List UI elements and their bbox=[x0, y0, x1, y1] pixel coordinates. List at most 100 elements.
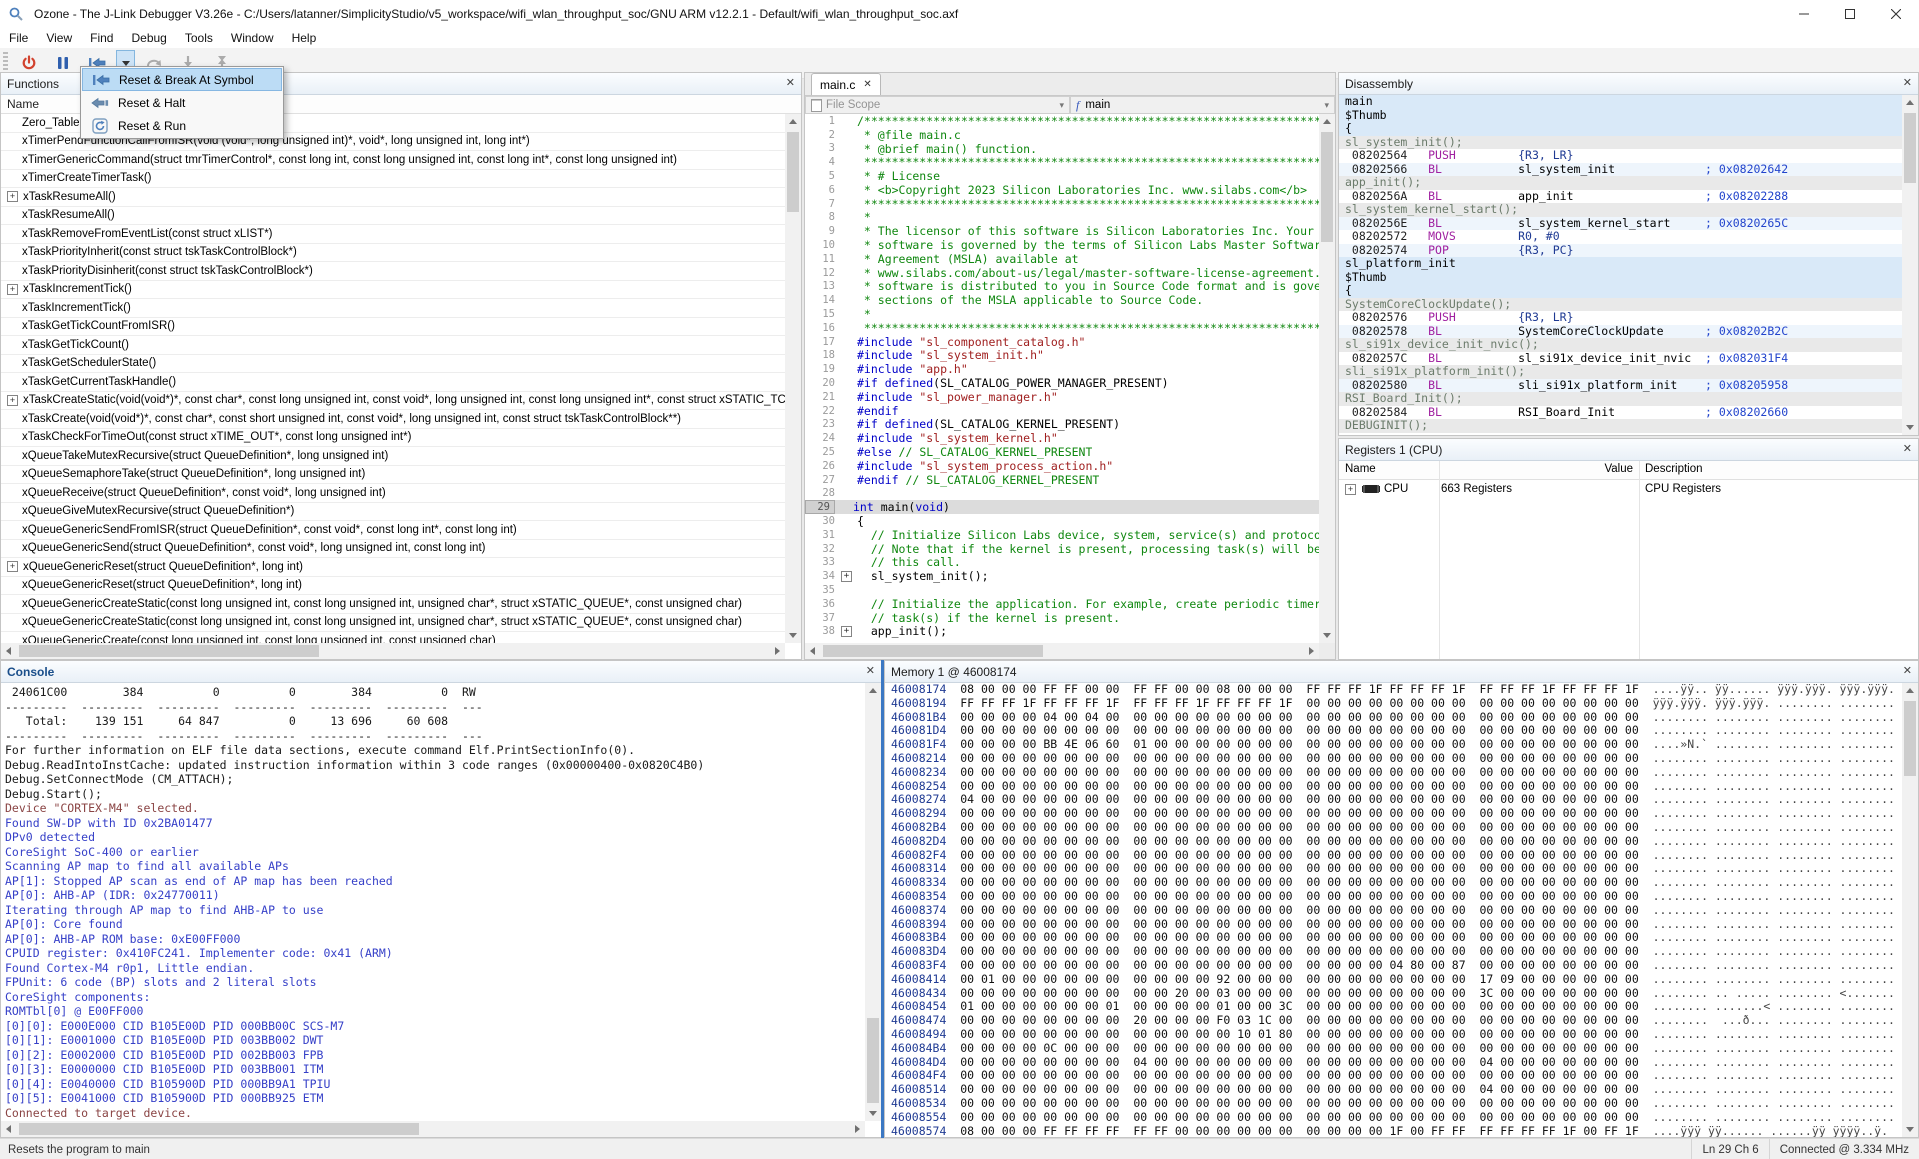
close-icon[interactable]: ✕ bbox=[866, 666, 875, 677]
memory-row[interactable]: 46008554 00 00 00 00 00 00 00 00 00 00 0… bbox=[891, 1111, 1902, 1125]
memory-row[interactable]: 46008394 00 00 00 00 00 00 00 00 00 00 0… bbox=[891, 918, 1902, 932]
disasm-source-line[interactable]: sl_system_kernel_start(); bbox=[1339, 203, 1902, 217]
memory-row[interactable]: 460081F4 00 00 00 00 BB 4E 06 60 01 00 0… bbox=[891, 738, 1902, 752]
disasm-instruction[interactable]: 08202576 PUSH {R3, LR} bbox=[1339, 311, 1902, 325]
function-row[interactable]: xTaskGetTickCount() bbox=[1, 336, 785, 355]
menu-view[interactable]: View bbox=[37, 29, 81, 47]
function-row[interactable]: xTaskGetSchedulerState() bbox=[1, 355, 785, 374]
code-line[interactable]: 35 bbox=[805, 583, 1319, 597]
function-row[interactable]: xQueueReceive(struct QueueDefinition*, c… bbox=[1, 484, 785, 503]
memory-hex-dump[interactable]: 46008174 08 00 00 00 FF FF 00 00 FF FF 0… bbox=[885, 683, 1902, 1137]
function-row[interactable]: +xTaskResumeAll() bbox=[1, 188, 785, 207]
console-hscrollbar[interactable] bbox=[1, 1121, 865, 1137]
code-line[interactable]: 10 * software is governed by the terms o… bbox=[805, 238, 1319, 252]
disasm-instruction[interactable]: 08202574 POP {R3, PC} bbox=[1339, 244, 1902, 258]
disasm-source-line[interactable]: RSI_Board_Init(); bbox=[1339, 392, 1902, 406]
code-line[interactable]: 31 // Initialize Silicon Labs device, sy… bbox=[805, 528, 1319, 542]
memory-row[interactable]: 46008374 00 00 00 00 00 00 00 00 00 00 0… bbox=[891, 904, 1902, 918]
disasm-instruction[interactable]: 08202564 PUSH {R3, LR} bbox=[1339, 149, 1902, 163]
memory-row[interactable]: 460082F4 00 00 00 00 00 00 00 00 00 00 0… bbox=[891, 849, 1902, 863]
code-line[interactable]: 30{ bbox=[805, 514, 1319, 528]
code-line[interactable]: 14 * sections of the MSLA applicable to … bbox=[805, 293, 1319, 307]
memory-row[interactable]: 46008514 00 00 00 00 00 00 00 00 00 00 0… bbox=[891, 1083, 1902, 1097]
code-line[interactable]: 27#endif // SL_CATALOG_KERNEL_PRESENT bbox=[805, 473, 1319, 487]
memory-row[interactable]: 460084D4 00 00 00 00 00 00 00 00 04 00 0… bbox=[891, 1056, 1902, 1070]
code-line[interactable]: 34+ sl_system_init(); bbox=[805, 569, 1319, 583]
code-line[interactable]: 12 * www.silabs.com/about-us/legal/maste… bbox=[805, 266, 1319, 280]
memory-row[interactable]: 46008534 00 00 00 00 00 00 00 00 00 00 0… bbox=[891, 1097, 1902, 1111]
code-line[interactable]: 6 * <b>Copyright 2023 Silicon Laboratori… bbox=[805, 183, 1319, 197]
disasm-label[interactable]: { bbox=[1339, 122, 1902, 136]
code-line[interactable]: 4 **************************************… bbox=[805, 155, 1319, 169]
function-row[interactable]: xQueueGenericSendFromISR(struct QueueDef… bbox=[1, 521, 785, 540]
toolbar-grip[interactable] bbox=[3, 52, 8, 74]
tab-close-icon[interactable]: ✕ bbox=[863, 79, 871, 90]
code-line[interactable]: 24#include "sl_system_kernel.h" bbox=[805, 431, 1319, 445]
function-row[interactable]: xTaskPriorityDisinherit(const struct tsk… bbox=[1, 262, 785, 281]
close-icon[interactable]: ✕ bbox=[1903, 78, 1912, 89]
disasm-instruction[interactable]: 0820257C BL sl_si91x_device_init_nvic ; … bbox=[1339, 352, 1902, 366]
function-row[interactable]: +xTaskIncrementTick() bbox=[1, 281, 785, 300]
code-line[interactable]: 8 * bbox=[805, 211, 1319, 225]
disasm-source-line[interactable]: sl_si91x_device_init_nvic(); bbox=[1339, 338, 1902, 352]
disasm-instruction[interactable]: 08202578 BL SystemCoreClockUpdate ; 0x08… bbox=[1339, 325, 1902, 339]
memory-row[interactable]: 460082B4 00 00 00 00 00 00 00 00 00 00 0… bbox=[891, 821, 1902, 835]
code-line[interactable]: 21#include "sl_power_manager.h" bbox=[805, 390, 1319, 404]
function-row[interactable]: xTaskIncrementTick() bbox=[1, 299, 785, 318]
memory-vscrollbar[interactable] bbox=[1902, 683, 1918, 1137]
functions-hscrollbar[interactable] bbox=[1, 643, 785, 659]
code-line[interactable]: 5 * # License bbox=[805, 169, 1319, 183]
code-line[interactable]: 33 // this call. bbox=[805, 556, 1319, 570]
tab-main-c[interactable]: main.c ✕ bbox=[811, 73, 881, 95]
disasm-instruction[interactable]: 0820256A BL app_init ; 0x08202288 bbox=[1339, 190, 1902, 204]
functions-vscrollbar[interactable] bbox=[785, 114, 801, 643]
code-line[interactable]: 1/**************************************… bbox=[805, 114, 1319, 128]
menu-item-reset-break-at-symbol[interactable]: Reset & Break At Symbol bbox=[82, 68, 282, 91]
close-button[interactable] bbox=[1873, 0, 1919, 28]
memory-row[interactable]: 46008414 00 01 00 00 00 00 00 00 00 00 0… bbox=[891, 973, 1902, 987]
code-line[interactable]: 22#endif bbox=[805, 404, 1319, 418]
memory-row[interactable]: 460082D4 00 00 00 00 00 00 00 00 00 00 0… bbox=[891, 835, 1902, 849]
function-row[interactable]: xTaskResumeAll() bbox=[1, 207, 785, 226]
expand-icon[interactable]: + bbox=[841, 571, 852, 582]
menu-item-reset-run[interactable]: Reset & Run bbox=[82, 114, 282, 137]
function-row[interactable]: xTaskPriorityInherit(const struct tskTas… bbox=[1, 244, 785, 263]
function-row[interactable]: xQueueGenericCreateStatic(const long uns… bbox=[1, 595, 785, 614]
memory-row[interactable]: 46008434 00 00 00 00 00 00 00 00 00 00 2… bbox=[891, 987, 1902, 1001]
code-line[interactable]: 20#if defined(SL_CATALOG_POWER_MANAGER_P… bbox=[805, 376, 1319, 390]
disasm-instruction[interactable]: 08202580 BL sli_si91x_platform_init ; 0x… bbox=[1339, 379, 1902, 393]
menu-item-reset-halt[interactable]: Reset & Halt bbox=[82, 91, 282, 114]
code-line[interactable]: 9 * The licensor of this software is Sil… bbox=[805, 224, 1319, 238]
menu-file[interactable]: File bbox=[0, 29, 37, 47]
expand-icon[interactable]: + bbox=[7, 284, 18, 295]
memory-row[interactable]: 460083F4 00 00 00 00 00 00 00 00 00 00 0… bbox=[891, 959, 1902, 973]
disasm-instruction[interactable]: 0820256E BL sl_system_kernel_start ; 0x0… bbox=[1339, 217, 1902, 231]
disasm-source-line[interactable]: DEBUGINIT(); bbox=[1339, 419, 1902, 433]
code-line[interactable]: 11 * Agreement (MSLA) available at bbox=[805, 252, 1319, 266]
function-row[interactable]: xTaskGetCurrentTaskHandle() bbox=[1, 373, 785, 392]
disasm-source-line[interactable]: app_init(); bbox=[1339, 176, 1902, 190]
editor-hscrollbar[interactable] bbox=[805, 643, 1319, 659]
memory-row[interactable]: 46008254 00 00 00 00 00 00 00 00 00 00 0… bbox=[891, 780, 1902, 794]
code-line[interactable]: 26#include "sl_system_process_action.h" bbox=[805, 459, 1319, 473]
function-row[interactable]: xTaskCheckForTimeOut(const struct xTIME_… bbox=[1, 429, 785, 448]
editor-vscrollbar[interactable] bbox=[1319, 114, 1335, 643]
expand-icon[interactable]: + bbox=[7, 395, 18, 406]
memory-row[interactable]: 46008234 00 00 00 00 00 00 00 00 00 00 0… bbox=[891, 766, 1902, 780]
registers-column-headers[interactable]: Name Value Description bbox=[1339, 461, 1918, 480]
memory-row[interactable]: 460084B4 00 00 00 00 0C 00 00 00 00 00 0… bbox=[891, 1042, 1902, 1056]
disasm-instruction[interactable]: 08202566 BL sl_system_init ; 0x08202642 bbox=[1339, 163, 1902, 177]
expand-icon[interactable]: + bbox=[7, 561, 18, 572]
console-output[interactable]: 24061C00 384 0 0 384 0 RW--------- -----… bbox=[1, 683, 865, 1121]
register-row-cpu[interactable]: + CPU 663 Registers CPU Registers bbox=[1339, 480, 1918, 498]
memory-row[interactable]: 460083D4 00 00 00 00 00 00 00 00 00 00 0… bbox=[891, 945, 1902, 959]
menu-tools[interactable]: Tools bbox=[176, 29, 222, 47]
code-line[interactable]: 32 // Note that if the kernel is present… bbox=[805, 542, 1319, 556]
code-line[interactable]: 17#include "sl_component_catalog.h" bbox=[805, 335, 1319, 349]
memory-row[interactable]: 460081D4 00 00 00 00 00 00 00 00 00 00 0… bbox=[891, 724, 1902, 738]
memory-row[interactable]: 46008334 00 00 00 00 00 00 00 00 00 00 0… bbox=[891, 876, 1902, 890]
close-icon[interactable]: ✕ bbox=[1903, 444, 1912, 455]
file-scope-dropdown[interactable]: File Scope ▾ bbox=[805, 96, 1070, 114]
memory-row[interactable]: 46008274 04 00 00 00 00 00 00 00 00 00 0… bbox=[891, 793, 1902, 807]
memory-row[interactable]: 46008474 00 00 00 00 00 00 00 00 20 00 0… bbox=[891, 1014, 1902, 1028]
